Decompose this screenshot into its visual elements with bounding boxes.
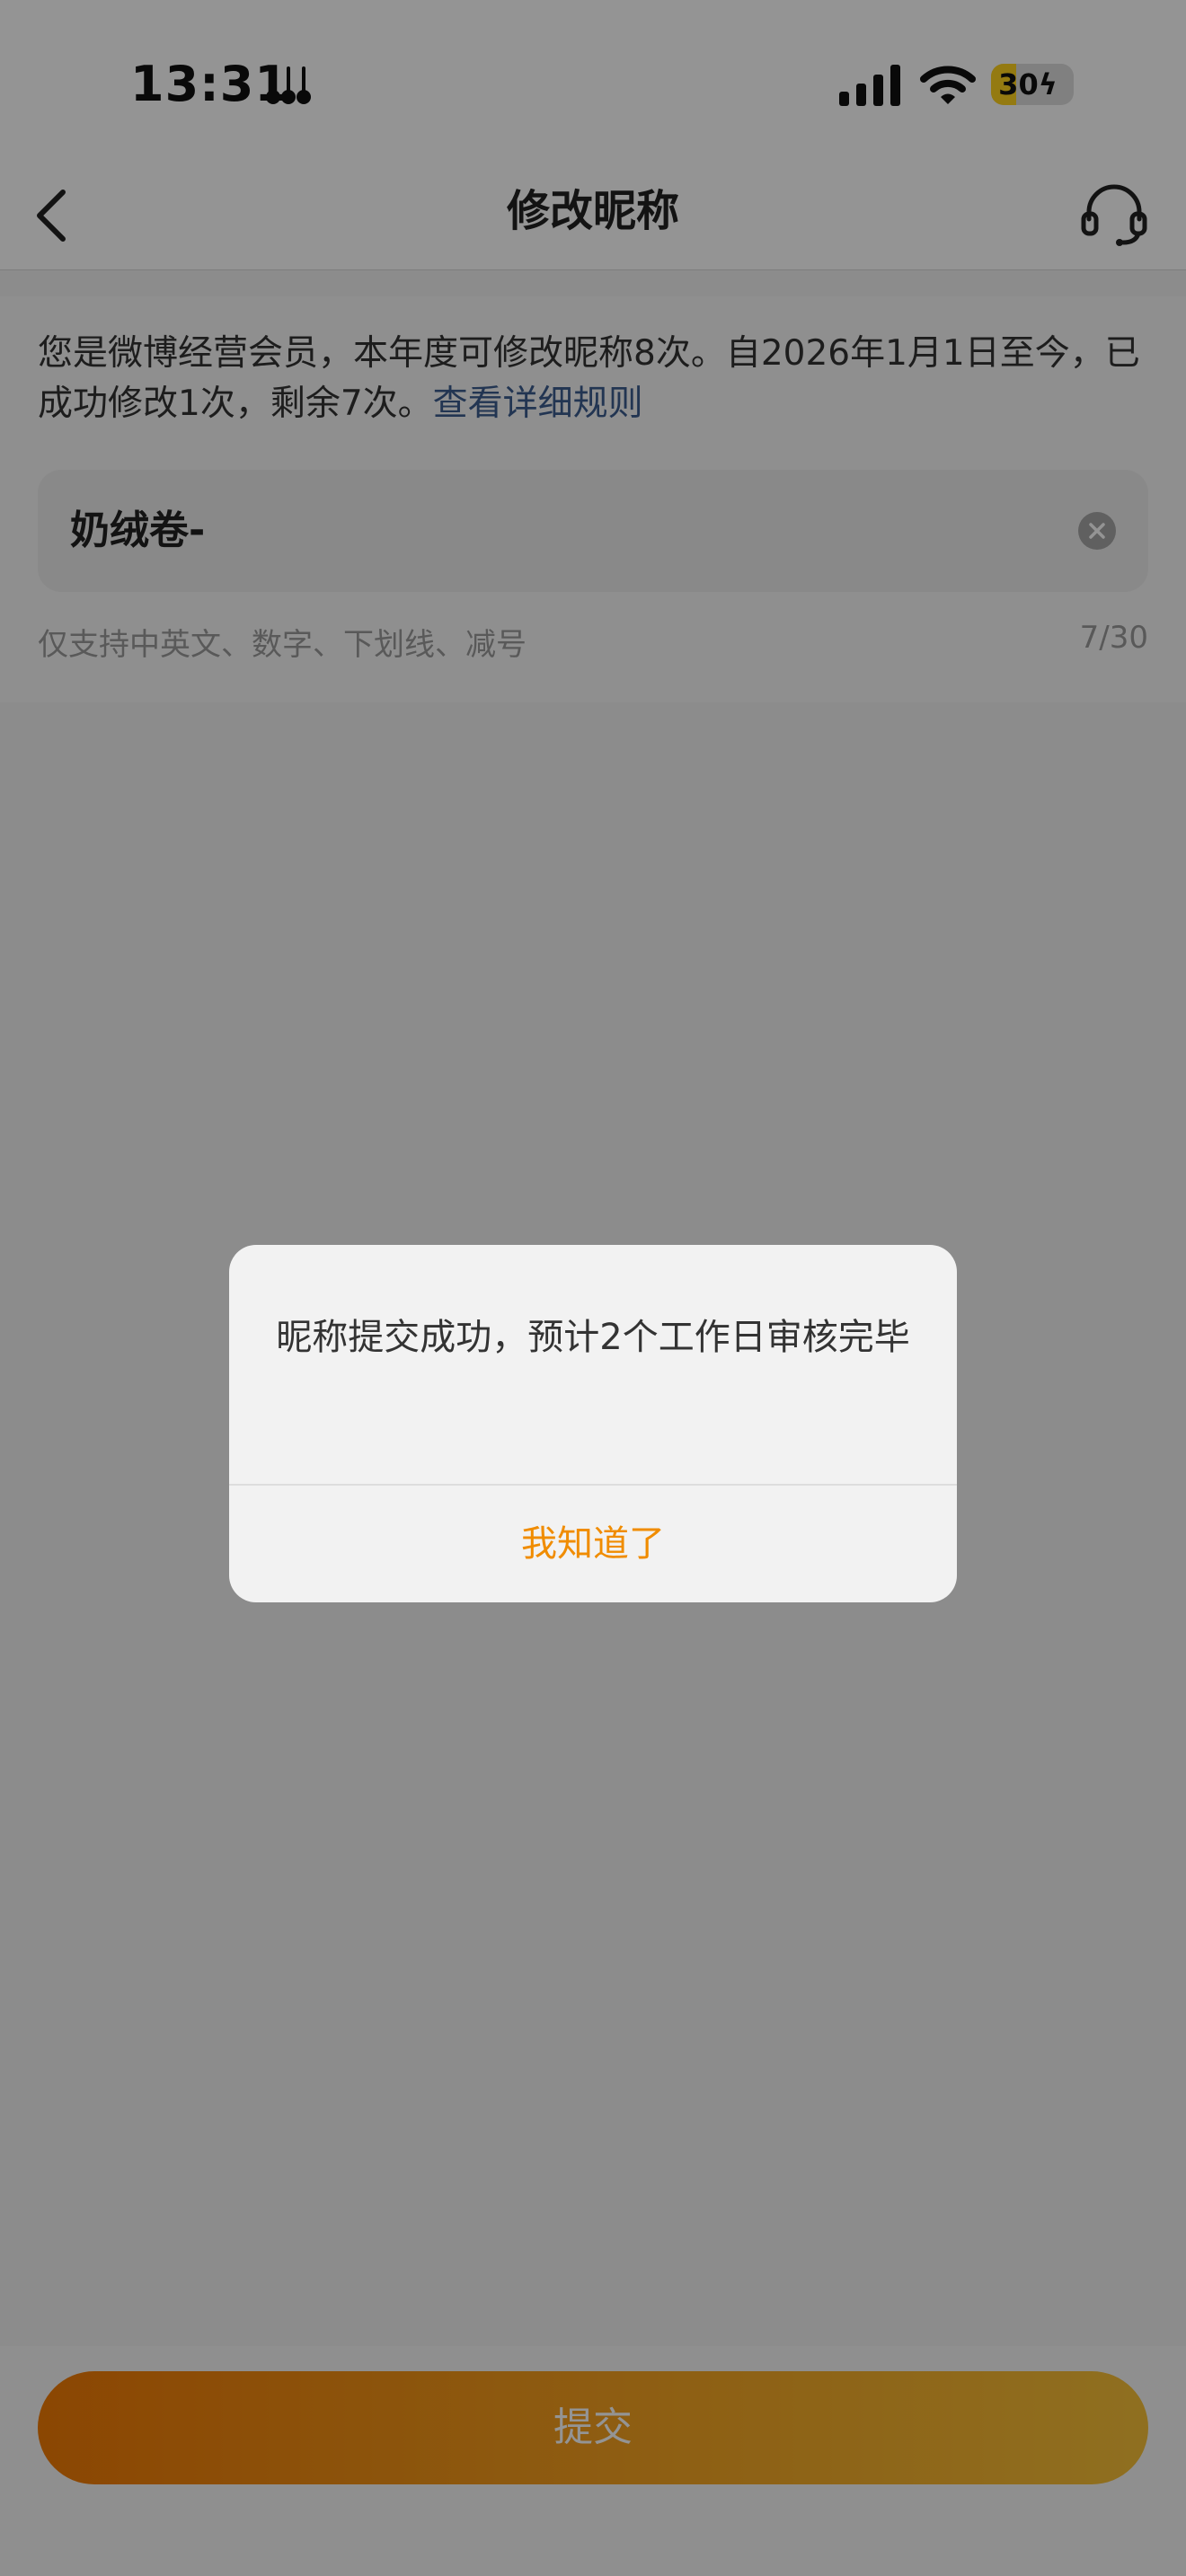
success-dialog: 昵称提交成功，预计2个工作日审核完毕 我知道了 (229, 1245, 957, 1602)
modal-overlay[interactable]: 昵称提交成功，预计2个工作日审核完毕 我知道了 (0, 0, 1186, 2576)
dialog-message: 昵称提交成功，预计2个工作日审核完毕 (276, 1317, 910, 1358)
confirm-button[interactable]: 我知道了 (229, 1486, 957, 1602)
